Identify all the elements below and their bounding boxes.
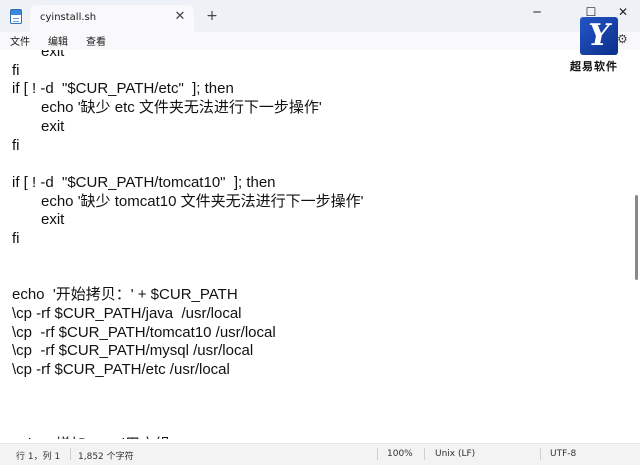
menu-bar: 文件 编辑 查看 [0, 32, 640, 50]
close-tab-icon[interactable]: ✕ [172, 9, 188, 25]
code-line: fi [12, 136, 20, 154]
code-line: if [ ! -d "$CUR_PATH/etc" ]; then [12, 80, 234, 98]
cursor-position[interactable]: 行 1，列 1 [16, 449, 60, 462]
code-line: \cp -rf $CUR_PATH/mysql /usr/local [12, 342, 254, 360]
character-count: 1,852 个字符 [78, 452, 134, 462]
text-editor[interactable]: exit fi if [ ! -d "$CUR_PATH/etc" ]; then e… [0, 50, 640, 439]
menu-view[interactable]: 查看 [86, 33, 106, 48]
code-line: echo '增加mysql用户组' [12, 435, 173, 439]
code-line: echo '缺少 tomcat10 文件夹无法进行下一步操作' [41, 192, 364, 210]
code-line: fi [12, 230, 20, 247]
new-tab-button[interactable]: + [203, 7, 221, 25]
brand-name: 超易软件 [570, 60, 618, 73]
code-line: exit [41, 50, 65, 60]
notepad-icon [10, 9, 22, 24]
code-line: echo '开始拷贝：' + $CUR_PATH [12, 286, 238, 304]
menu-file[interactable]: 文件 [10, 33, 30, 48]
code-line: \cp -rf $CUR_PATH/etc /usr/local [12, 360, 230, 378]
line-ending[interactable]: Unix (LF) [435, 449, 475, 459]
brand-logo-icon: Y [580, 17, 618, 55]
scrollbar-thumb[interactable] [635, 195, 638, 280]
code-line: fi [12, 61, 20, 79]
vertical-scrollbar[interactable] [632, 50, 640, 439]
code-line: if [ ! -d "$CUR_PATH/tomcat10" ]; then [12, 173, 276, 191]
tab-cyinstall[interactable]: cyinstall.sh ✕ [30, 5, 194, 32]
minimize-button[interactable]: ─ [522, 2, 552, 22]
code-line: \cp -rf $CUR_PATH/java /usr/local [12, 304, 242, 322]
title-bar: cyinstall.sh ✕ + ─ ☐ ✕ [0, 0, 640, 32]
code-line: exit [41, 211, 65, 229]
brand-watermark: Y 超易软件 [566, 16, 640, 78]
code-line: exit [41, 117, 65, 135]
encoding[interactable]: UTF-8 [550, 449, 576, 459]
menu-edit[interactable]: 编辑 [48, 33, 68, 48]
tab-title: cyinstall.sh [40, 12, 97, 23]
code-line: \cp -rf $CUR_PATH/tomcat10 /usr/local [12, 323, 276, 341]
status-bar: 行 1，列 1 1,852 个字符 100% Unix (LF) UTF-8 [0, 443, 640, 465]
zoom-level[interactable]: 100% [387, 449, 413, 459]
code-line: echo '缺少 etc 文件夹无法进行下一步操作' [41, 99, 322, 117]
